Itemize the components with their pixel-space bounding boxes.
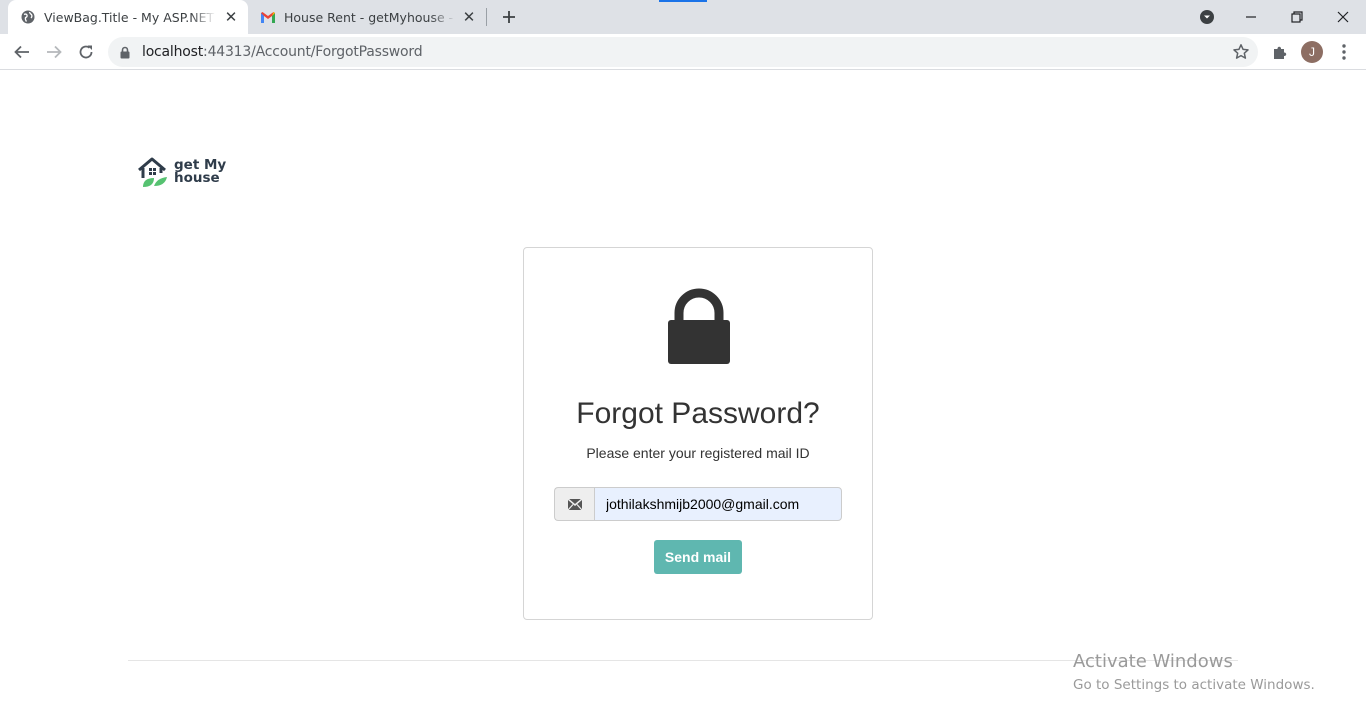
profile-avatar[interactable]: J [1298,38,1326,66]
gmail-icon [260,9,276,25]
tab-close-icon[interactable]: ✕ [224,8,238,26]
bookmark-star-icon[interactable] [1232,43,1250,61]
forward-arrow-icon[interactable] [40,38,68,66]
tab-loading-indicator [659,0,707,2]
site-logo[interactable]: get My house [137,155,227,189]
avatar: J [1301,41,1323,63]
instruction-text: Please enter your registered mail ID [586,445,810,461]
envelope-icon [554,487,594,521]
logo-text: get My house [174,158,226,186]
url-host: localhost [142,44,204,60]
tab-active[interactable]: ViewBag.Title - My ASP.NET Application ✕ [8,0,248,34]
email-input-group [554,487,842,521]
tab-title: House Rent - getMyhouse - jothilakshmijb… [284,9,456,25]
globe-icon [20,9,36,25]
tab-gmail[interactable]: House Rent - getMyhouse - jothilakshmijb… [248,0,486,34]
logo-line-2: house [174,170,220,186]
page-title: Forgot Password? [576,397,820,430]
tab-search-icon[interactable] [1184,0,1230,34]
new-tab-plus-icon[interactable] [498,6,520,28]
back-arrow-icon[interactable] [8,38,36,66]
padlock-icon [668,288,730,364]
url-text[interactable]: localhost:44313/Account/ForgotPassword [142,44,423,60]
lock-icon[interactable] [120,45,132,59]
forgot-password-card: Forgot Password? Please enter your regis… [523,247,873,620]
house-logo-icon [138,157,167,187]
menu-kebab-icon[interactable] [1330,38,1358,66]
footer-divider [128,660,1238,661]
email-field[interactable] [594,487,842,521]
send-mail-button[interactable]: Send mail [654,540,742,574]
close-window-icon[interactable] [1320,0,1366,34]
tab-separator [486,8,487,26]
watermark-title: Activate Windows [1073,651,1233,672]
activate-windows-watermark: Activate Windows Go to Settings to activ… [1073,651,1315,696]
watermark-subtitle: Go to Settings to activate Windows. [1073,677,1315,693]
extensions-puzzle-icon[interactable] [1266,38,1294,66]
restore-icon[interactable] [1274,0,1320,34]
browser-tab-strip: ViewBag.Title - My ASP.NET Application ✕… [0,0,1366,34]
address-bar[interactable]: localhost:44313/Account/ForgotPassword [108,37,1258,67]
browser-toolbar: localhost:44313/Account/ForgotPassword J [0,34,1366,70]
minimize-icon[interactable] [1228,0,1274,34]
tab-title: ViewBag.Title - My ASP.NET Application [44,9,216,25]
tab-close-icon[interactable]: ✕ [462,8,476,26]
url-path: :44313/Account/ForgotPassword [203,44,423,60]
reload-icon[interactable] [72,38,100,66]
